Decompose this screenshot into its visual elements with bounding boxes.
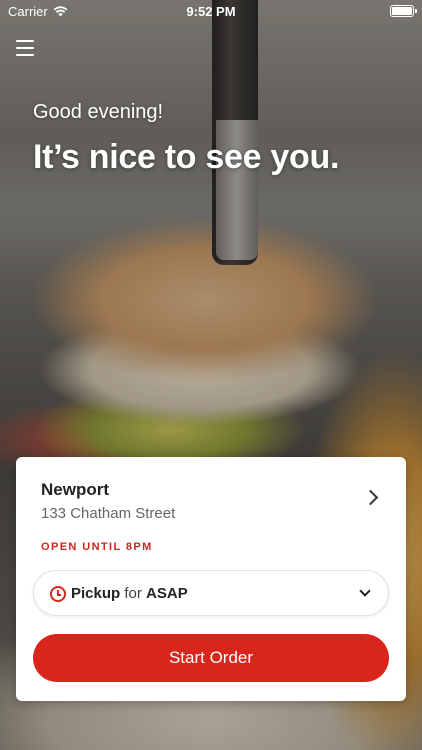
clock-icon xyxy=(50,586,66,602)
location-address: 133 Chatham Street xyxy=(41,505,176,522)
pickup-time-dropdown[interactable]: Pickup for ASAP xyxy=(33,570,389,616)
chevron-right-icon xyxy=(362,489,379,506)
status-time: 9:52 PM xyxy=(186,4,236,19)
location-selector[interactable]: Newport 133 Chatham Street xyxy=(16,457,406,537)
hamburger-menu-icon[interactable] xyxy=(16,40,34,56)
headline-text: It’s nice to see you. xyxy=(33,138,340,176)
start-order-button[interactable]: Start Order xyxy=(33,634,389,682)
hours-status: OPEN UNTIL 8PM xyxy=(41,541,153,553)
location-card: Newport 133 Chatham Street OPEN UNTIL 8P… xyxy=(16,457,406,701)
pickup-mode: Pickup xyxy=(71,585,121,602)
greeting-text: Good evening! xyxy=(33,101,164,123)
chevron-down-icon xyxy=(359,585,371,597)
pickup-summary: Pickup for ASAP xyxy=(71,585,188,602)
battery-fill xyxy=(392,7,412,15)
pickup-time: ASAP xyxy=(146,585,188,602)
battery-icon xyxy=(390,5,417,17)
pickup-connector: for xyxy=(124,585,142,602)
location-name: Newport xyxy=(41,480,109,499)
status-bar: Carrier 9:52 PM xyxy=(0,0,422,22)
